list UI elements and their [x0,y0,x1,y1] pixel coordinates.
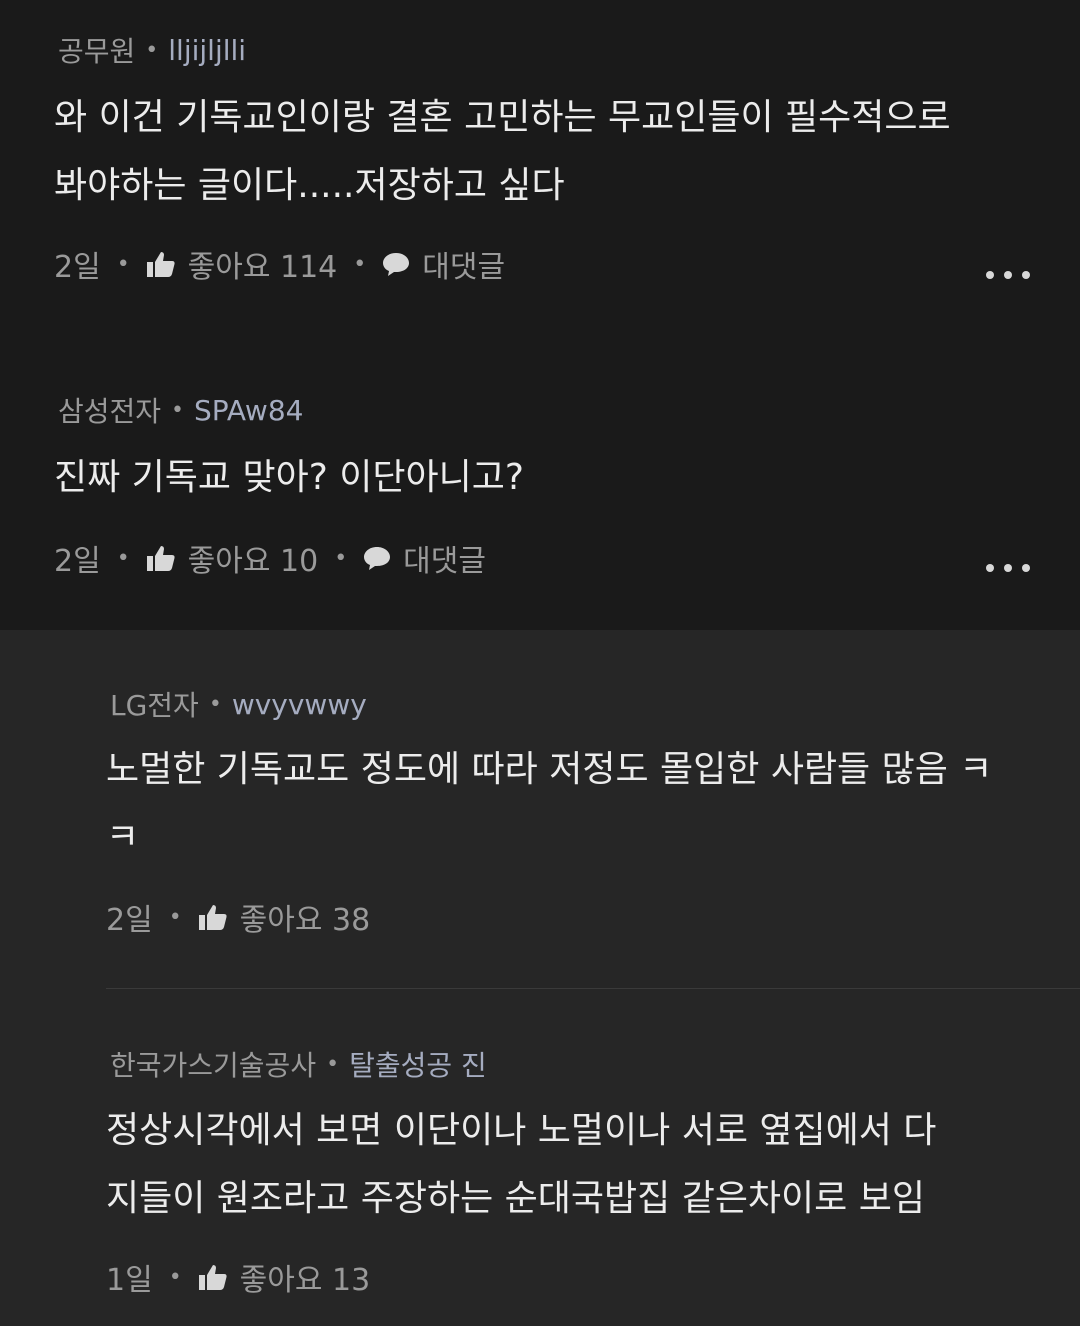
reply-label: 대댓글 [422,250,506,285]
author-company: 공무원 [58,35,136,68]
reply-time: 1일 [106,1263,153,1298]
reply-button[interactable]: 대댓글 [382,242,505,286]
like-label: 좋아요 38 [239,903,371,938]
thumbs-up-icon [146,252,175,277]
reply-actions: 1일 • 좋아요 13 [106,1255,370,1299]
author-nickname[interactable]: 탈출성공 진 [349,1044,487,1084]
separator-dot: • [168,1264,182,1290]
comment-line: 봐야하는 글이다.....저장하고 싶다 [54,165,565,206]
reply-button[interactable]: 대댓글 [363,536,486,580]
speech-bubble-icon [383,253,410,276]
comment-author[interactable]: 삼성전자 • SPAw84 [58,390,303,430]
comment-thread: 공무원 • lljijljlli 와 이건 기독교인이랑 결혼 고민하는 무교인… [0,0,1080,1326]
like-button[interactable]: 좋아요 38 [198,895,371,939]
like-label: 좋아요 114 [187,250,338,285]
reply-text: 노멀한 기독교도 정도에 따라 저정도 몰입한 사람들 많음 ㅋ ㅋ [106,736,992,872]
reply-line: 지들이 원조라고 주장하는 순대국밥집 같은차이로 보임 [106,1178,925,1219]
comment-line: 진짜 기독교 맞아? 이단아니고? [54,457,524,498]
reply-author[interactable]: LG전자 • wvyvwwy [110,684,367,724]
comment-author[interactable]: 공무원 • lljijljlli [58,30,246,70]
more-dots-icon[interactable] [986,268,1030,282]
reply-actions: 2일 • 좋아요 38 [106,895,370,939]
reply-label: 대댓글 [403,544,486,579]
reply-line: 정상시각에서 보면 이단이나 노멀이나 서로 옆집에서 다 [106,1110,937,1151]
separator-dot: • [208,691,222,717]
reply-line: ㅋ [106,817,140,858]
divider [106,988,1080,989]
reply-time: 2일 [106,903,153,938]
separator-dot: • [145,37,159,63]
like-button[interactable]: 좋아요 114 [146,242,338,286]
separator-dot: • [334,545,348,571]
comment-text: 진짜 기독교 맞아? 이단아니고? [54,444,524,512]
author-company: LG전자 [110,689,199,722]
comment-time: 2일 [54,250,101,285]
reply-author[interactable]: 한국가스기술공사 • 탈출성공 진 [110,1044,487,1084]
comment-text: 와 이건 기독교인이랑 결혼 고민하는 무교인들이 필수적으로 봐야하는 글이다… [54,84,951,220]
thumbs-up-icon [146,546,175,571]
thumbs-up-icon [198,905,227,930]
reply-line: 노멀한 기독교도 정도에 따라 저정도 몰입한 사람들 많음 ㅋ [106,749,993,790]
more-dots-icon[interactable] [986,561,1030,575]
thumbs-up-icon [198,1265,227,1290]
author-nickname[interactable]: lljijljlli [168,34,246,67]
separator-dot: • [116,251,130,277]
separator-dot: • [326,1051,340,1077]
author-company: 한국가스기술공사 [110,1049,317,1082]
speech-bubble-icon [364,547,391,570]
comment-time: 2일 [54,544,101,579]
separator-dot: • [171,397,185,423]
like-button[interactable]: 좋아요 13 [198,1255,371,1299]
like-label: 좋아요 10 [187,544,319,579]
comment-actions: 2일 • 좋아요 10 • 대댓글 [54,536,486,580]
comment-actions: 2일 • 좋아요 114 • 대댓글 [54,242,505,286]
like-button[interactable]: 좋아요 10 [146,536,319,580]
author-company: 삼성전자 [58,395,162,428]
like-label: 좋아요 13 [239,1263,371,1298]
separator-dot: • [116,545,130,571]
comment-line: 와 이건 기독교인이랑 결혼 고민하는 무교인들이 필수적으로 [54,97,951,138]
separator-dot: • [353,251,367,277]
author-nickname[interactable]: wvyvwwy [232,688,367,721]
reply-text: 정상시각에서 보면 이단이나 노멀이나 서로 옆집에서 다 지들이 원조라고 주… [106,1097,936,1233]
author-nickname[interactable]: SPAw84 [194,394,303,427]
separator-dot: • [168,904,182,930]
